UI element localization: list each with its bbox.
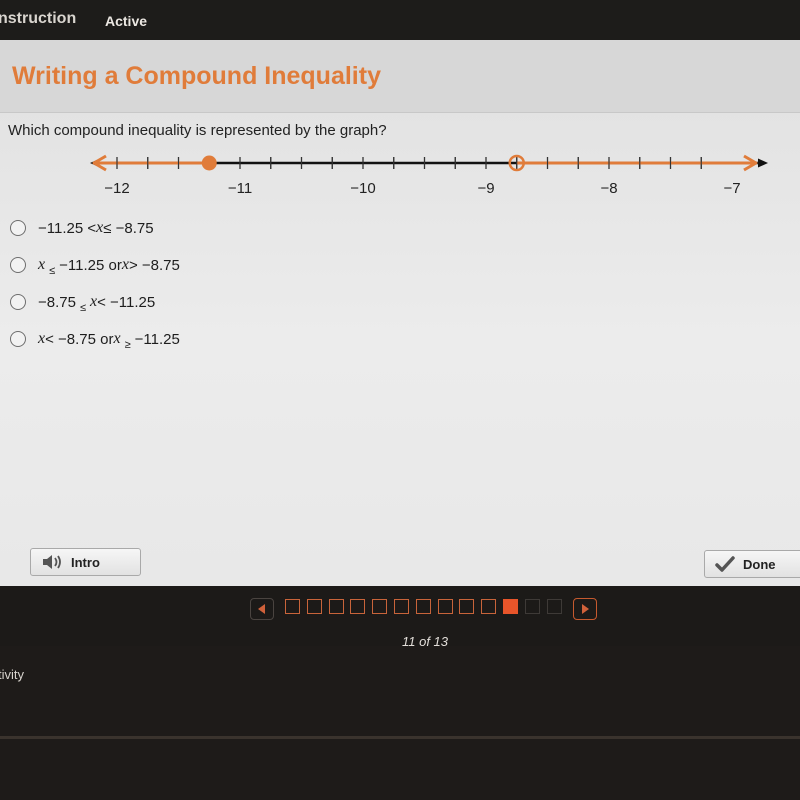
radio-button[interactable]	[10, 294, 26, 310]
done-label: Done	[743, 556, 776, 572]
choice-text: −11.25 <	[38, 219, 97, 237]
choice-2[interactable]: x ≤ −11.25 or x > −8.75	[10, 253, 180, 277]
choice-4[interactable]: x < −8.75 or x ≥ −11.25	[10, 327, 180, 351]
tick-label: −12	[104, 180, 129, 197]
page-count: 11 of 13	[401, 634, 449, 649]
inequality-symbol: ≥	[124, 339, 131, 351]
page-indicator[interactable]	[481, 599, 497, 614]
title-bar: Writing a Compound Inequality	[0, 40, 800, 113]
choice-text: −8.75	[38, 293, 76, 311]
page-indicator[interactable]	[350, 599, 366, 614]
checkmark-icon	[715, 556, 735, 572]
choice-text: > −8.75	[128, 256, 180, 274]
page-indicator[interactable]	[306, 599, 322, 614]
arrow-right-icon	[582, 604, 589, 614]
tick-label: −10	[350, 180, 375, 197]
variable-x: x	[121, 256, 129, 273]
closed-point	[201, 155, 217, 171]
page-indicator[interactable]	[546, 599, 562, 614]
choice-text: < −11.25	[97, 293, 156, 311]
choice-text: −11.25 or	[59, 256, 122, 274]
done-button[interactable]: Done	[704, 550, 800, 578]
tick-label: −11	[228, 180, 252, 197]
choice-3[interactable]: −8.75 ≤ x < −11.25	[10, 290, 180, 314]
page-indicator[interactable]	[285, 599, 300, 614]
number-line-graph: −12 −11 −10 −9 −8 −7	[90, 154, 768, 197]
page-indicator[interactable]	[502, 599, 518, 614]
choice-text: ≤ −8.75	[103, 219, 154, 237]
variable-x: x	[96, 219, 104, 236]
answer-choices: −11.25 < x ≤ −8.75 x ≤ −11.25 or x > −8.75…	[10, 216, 180, 364]
previous-page-button[interactable]	[250, 598, 274, 620]
page-navigator: 11 of 13	[0, 586, 800, 649]
activity-label: tivity	[0, 667, 24, 682]
radio-button[interactable]	[10, 257, 26, 273]
choice-text: −11.25	[134, 330, 180, 348]
page-indicator[interactable]	[415, 599, 431, 614]
speaker-icon	[41, 554, 63, 570]
tab-active[interactable]: Active	[105, 13, 147, 29]
variable-x: x	[38, 256, 46, 273]
tab-instruction[interactable]: nstruction	[0, 10, 76, 28]
question-text: Which compound inequality is represented…	[8, 122, 387, 139]
variable-x: x	[90, 293, 98, 310]
page-indicator[interactable]	[459, 599, 475, 614]
lesson-panel: Writing a Compound Inequality Which comp…	[0, 40, 800, 586]
inequality-symbol: ≤	[49, 265, 56, 277]
screen-bezel-strip	[0, 736, 800, 739]
choice-text: < −8.75 or	[45, 330, 114, 348]
intro-label: Intro	[71, 554, 100, 570]
arrow-left-icon	[258, 604, 265, 614]
axis-arrow-right	[758, 158, 768, 168]
tick-label: −9	[477, 180, 494, 197]
page-indicator[interactable]	[393, 599, 409, 614]
page-indicator[interactable]	[372, 599, 388, 614]
inequality-symbol: ≤	[79, 302, 87, 314]
page-indicator[interactable]	[437, 599, 453, 614]
page-indicator[interactable]	[524, 599, 540, 614]
variable-x: x	[113, 330, 121, 347]
top-bar: nstruction Active	[0, 0, 800, 40]
tick-label: −7	[723, 180, 740, 197]
page-indicator[interactable]	[328, 599, 344, 614]
choice-1[interactable]: −11.25 < x ≤ −8.75	[10, 216, 180, 240]
tick-label: −8	[600, 180, 617, 197]
page-indicators	[285, 599, 568, 614]
variable-x: x	[38, 330, 46, 347]
lesson-title: Writing a Compound Inequality	[12, 62, 381, 90]
radio-button[interactable]	[10, 220, 26, 236]
intro-button[interactable]: Intro	[30, 548, 141, 576]
radio-button[interactable]	[10, 331, 26, 347]
next-page-button[interactable]	[573, 598, 597, 620]
